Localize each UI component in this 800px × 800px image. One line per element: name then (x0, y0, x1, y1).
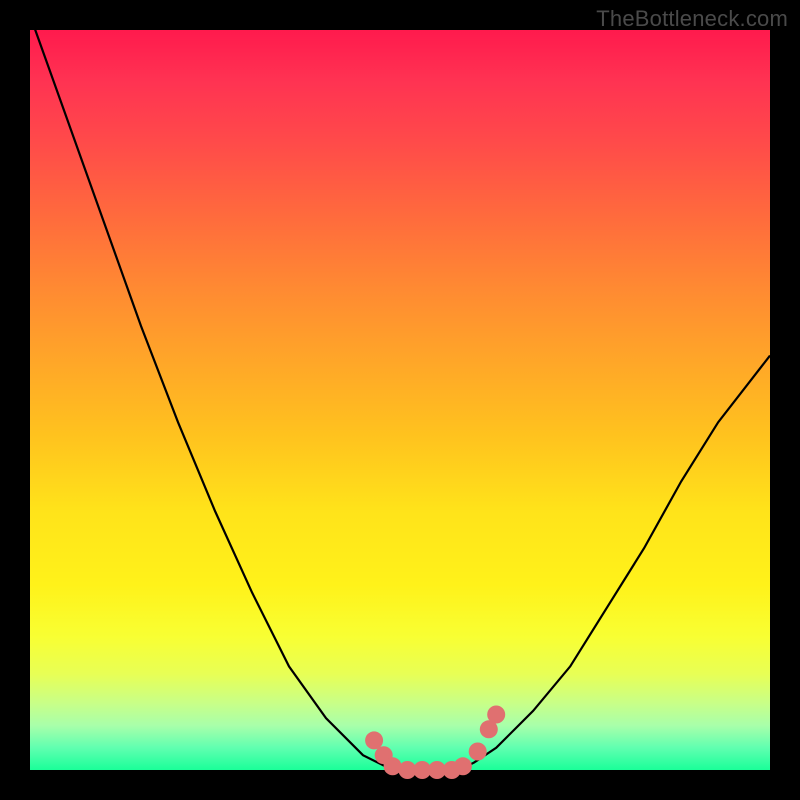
chart-svg (30, 30, 770, 770)
chart-frame: TheBottleneck.com (0, 0, 800, 800)
highlight-marker (487, 706, 505, 724)
highlight-marker (469, 743, 487, 761)
watermark-text: TheBottleneck.com (596, 6, 788, 32)
bottleneck-curve-line (30, 15, 770, 770)
highlight-marker (454, 757, 472, 775)
highlight-marker (365, 731, 383, 749)
highlight-markers-group (365, 706, 505, 780)
